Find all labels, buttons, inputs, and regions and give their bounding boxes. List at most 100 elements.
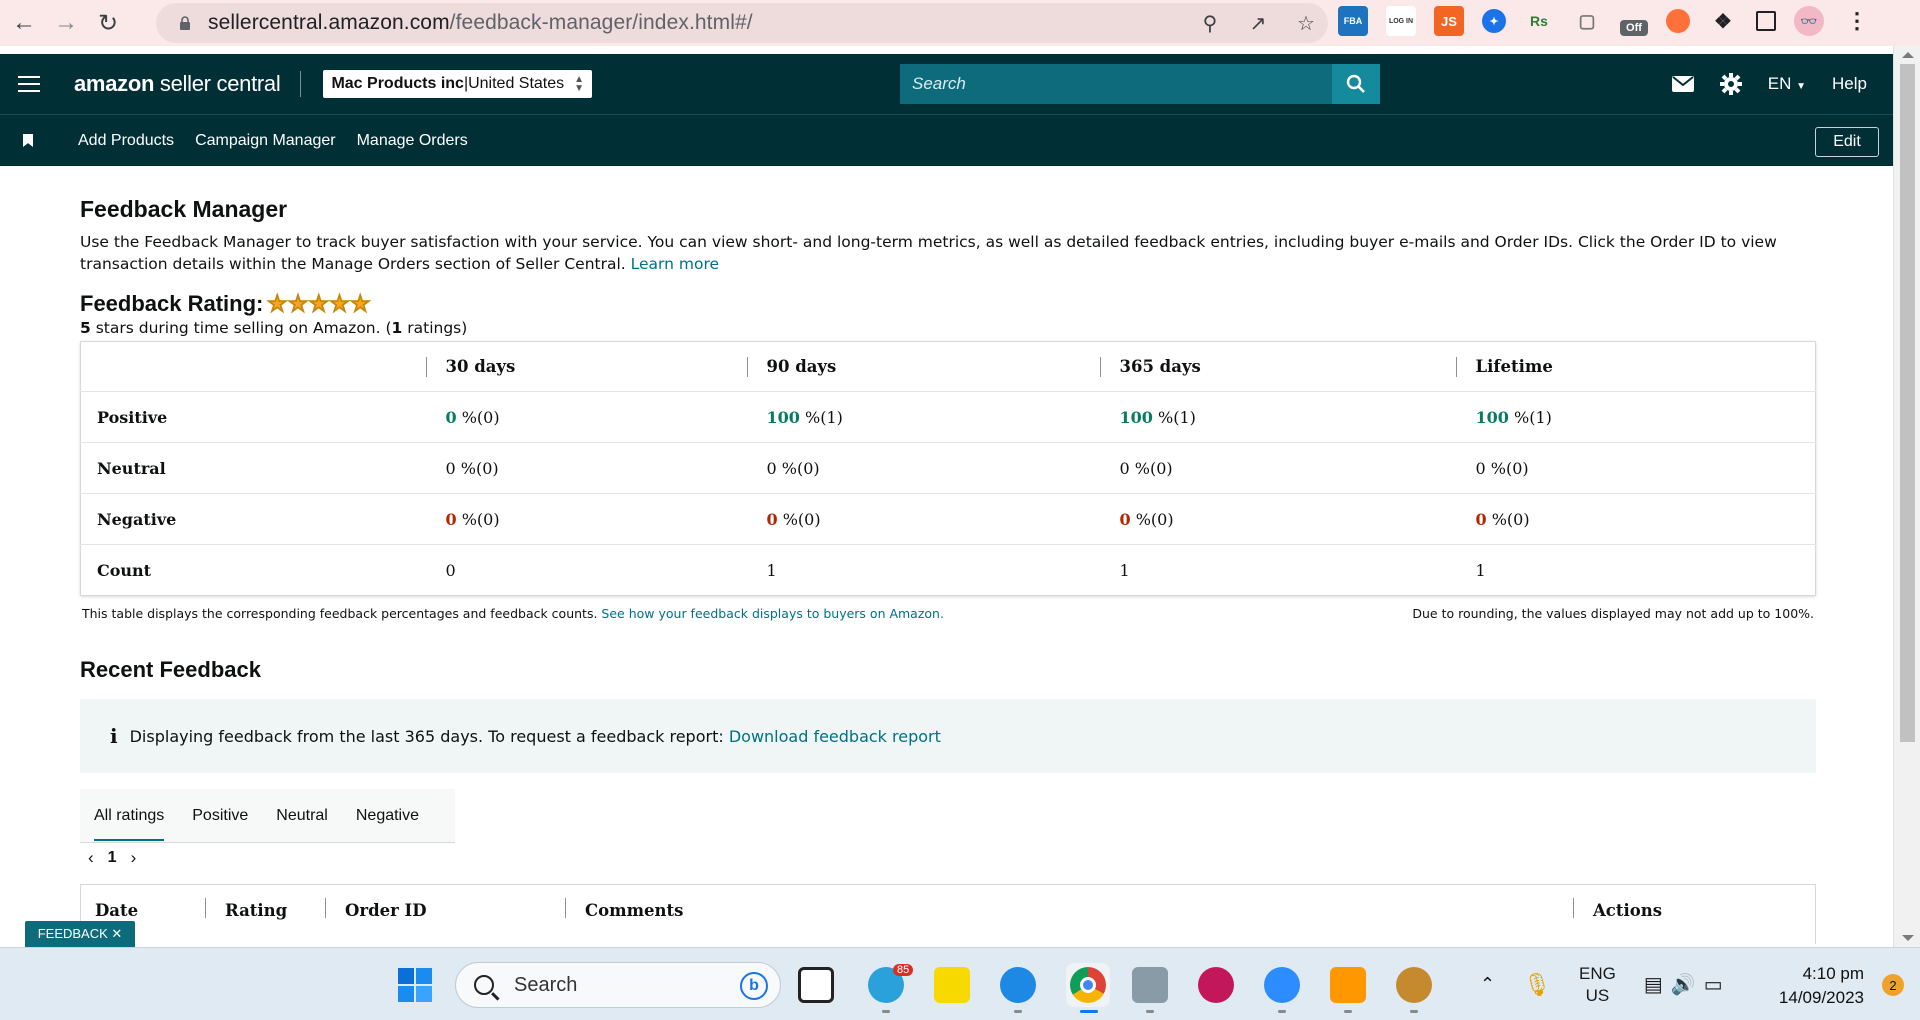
calculator-icon[interactable] bbox=[1132, 967, 1168, 1003]
header-lifetime: Lifetime bbox=[1455, 342, 1816, 392]
header-365-days: 365 days bbox=[1099, 342, 1456, 392]
table-cell: 0 %(0) bbox=[425, 391, 747, 443]
hamburger-menu-icon[interactable] bbox=[18, 76, 40, 92]
sticky-notes-icon[interactable] bbox=[934, 967, 970, 1003]
microphone-icon[interactable]: 🎙 bbox=[1523, 972, 1551, 998]
cat-app-icon[interactable] bbox=[1396, 967, 1432, 1003]
chevron-right-icon[interactable]: › bbox=[131, 848, 137, 868]
menu-kebab-icon[interactable]: ⋮ bbox=[1842, 6, 1872, 36]
tab-positive[interactable]: Positive bbox=[178, 789, 262, 843]
puzzle-icon[interactable]: ❖ bbox=[1708, 6, 1738, 36]
scrollbar-thumb[interactable] bbox=[1900, 64, 1915, 742]
tab-all-ratings[interactable]: All ratings bbox=[80, 789, 178, 843]
zoom-icon[interactable] bbox=[1264, 967, 1300, 1003]
column-divider bbox=[325, 898, 326, 918]
bookmark-star-icon[interactable]: ☆ bbox=[1294, 11, 1318, 35]
table-cell: 0 %(0) bbox=[1455, 493, 1816, 545]
firefox-extension-icon[interactable] bbox=[1666, 9, 1690, 33]
zoom-icon[interactable]: ⚲ bbox=[1198, 11, 1222, 35]
login-extension-icon[interactable]: LOG IN bbox=[1386, 6, 1416, 36]
nav-add-products[interactable]: Add Products bbox=[78, 132, 174, 150]
nav-manage-orders[interactable]: Manage Orders bbox=[357, 132, 468, 150]
vertical-scrollbar[interactable] bbox=[1893, 46, 1920, 947]
table-row: Count 0 1 1 1 bbox=[80, 544, 1816, 596]
page-number[interactable]: 1 bbox=[108, 849, 117, 867]
page-title: Feedback Manager bbox=[80, 196, 288, 222]
feedback-button[interactable]: FEEDBACK ✕ bbox=[25, 921, 135, 947]
task-view-icon[interactable] bbox=[798, 967, 834, 1003]
search-button[interactable] bbox=[1332, 64, 1380, 104]
network-icon[interactable]: ▤ bbox=[1644, 972, 1663, 997]
store-selector[interactable]: Mac Products inc | United States ▲ ▼ bbox=[323, 70, 593, 98]
edit-button[interactable]: Edit bbox=[1815, 127, 1879, 157]
share-icon[interactable]: ↗ bbox=[1246, 11, 1270, 35]
header-90-days: 90 days bbox=[746, 342, 1100, 392]
caret-down-icon: ▼ bbox=[1796, 81, 1807, 92]
table-cell: 100 %(1) bbox=[1455, 391, 1816, 443]
clock-app-icon[interactable] bbox=[1330, 967, 1366, 1003]
help-link[interactable]: Help bbox=[1832, 74, 1867, 94]
js-extension-icon[interactable]: JS bbox=[1434, 6, 1464, 36]
language-indicator[interactable]: ENG US bbox=[1579, 963, 1616, 1007]
recent-feedback-table: Date Rating Order ID Comments Actions bbox=[80, 884, 1816, 944]
rs-extension-icon[interactable]: Rs bbox=[1524, 6, 1554, 36]
col-actions[interactable]: Actions bbox=[1593, 899, 1662, 921]
download-report-link[interactable]: Download feedback report bbox=[729, 727, 941, 746]
scroll-down-icon[interactable] bbox=[1902, 935, 1914, 941]
info-icon: i bbox=[110, 724, 118, 748]
col-comments[interactable]: Comments bbox=[585, 899, 683, 921]
feedback-display-link[interactable]: See how your feedback displays to buyers… bbox=[601, 606, 944, 621]
language-selector[interactable]: EN ▼ bbox=[1768, 74, 1806, 94]
row-label: Negative bbox=[80, 493, 426, 545]
tab-neutral[interactable]: Neutral bbox=[262, 789, 342, 843]
tab-negative[interactable]: Negative bbox=[342, 789, 433, 843]
search-input[interactable]: Search bbox=[900, 64, 1380, 104]
windows-start-icon[interactable] bbox=[398, 968, 432, 1002]
profile-avatar-icon[interactable]: 👓 bbox=[1794, 6, 1824, 36]
bing-icon[interactable]: b bbox=[740, 972, 768, 1000]
fba-extension-icon[interactable]: FBA bbox=[1338, 6, 1368, 36]
star-icon: ★ bbox=[350, 291, 371, 317]
row-label: Count bbox=[80, 544, 426, 596]
feedback-summary-table: 30 days 90 days 365 days Lifetime Positi… bbox=[80, 341, 1816, 596]
feedback-rating-heading: Feedback Rating: ★ ★ ★ ★ ★ bbox=[80, 291, 371, 317]
sidepanel-icon[interactable] bbox=[1756, 11, 1776, 31]
settings-gear-icon[interactable] bbox=[1719, 73, 1742, 95]
mail-icon[interactable] bbox=[1671, 76, 1694, 92]
scroll-up-icon[interactable] bbox=[1902, 52, 1914, 58]
notification-badge[interactable]: 2 bbox=[1882, 974, 1904, 996]
chevron-left-icon[interactable]: ‹ bbox=[88, 848, 94, 868]
forward-icon[interactable]: → bbox=[48, 5, 84, 41]
cube-extension-icon[interactable]: ▢ bbox=[1572, 6, 1602, 36]
footnote-left: This table displays the corresponding fe… bbox=[82, 606, 944, 621]
taskbar-search[interactable]: Search b bbox=[455, 962, 781, 1008]
table-cell: 100 %(1) bbox=[746, 391, 1100, 443]
system-clock[interactable]: 4:10 pm 14/09/2023 bbox=[1779, 962, 1864, 1010]
nav-campaign-manager[interactable]: Campaign Manager bbox=[195, 132, 336, 150]
col-date[interactable]: Date bbox=[95, 899, 138, 921]
compass-extension-icon[interactable]: ✦ bbox=[1482, 9, 1506, 33]
off-extension-icon[interactable]: Off bbox=[1620, 20, 1648, 36]
recent-feedback-title: Recent Feedback bbox=[80, 657, 261, 682]
battery-icon[interactable]: ▭ bbox=[1704, 972, 1723, 997]
back-icon[interactable]: ← bbox=[6, 5, 42, 41]
table-cell: 0 %(0) bbox=[746, 442, 1100, 494]
edge-icon[interactable] bbox=[1000, 967, 1036, 1003]
rating-summary: 5 stars during time selling on Amazon. (… bbox=[80, 319, 468, 337]
col-order-id[interactable]: Order ID bbox=[345, 899, 427, 921]
bookmark-icon[interactable] bbox=[23, 134, 33, 147]
pagination: ‹ 1 › bbox=[88, 843, 1816, 873]
address-bar[interactable]: sellercentral.amazon.com/feedback-manage… bbox=[156, 3, 1328, 43]
volume-icon[interactable]: 🔊 bbox=[1671, 972, 1696, 997]
reload-icon[interactable]: ↻ bbox=[90, 5, 126, 41]
table-cell: 1 bbox=[1455, 544, 1816, 596]
chrome-icon[interactable] bbox=[1066, 963, 1110, 1007]
search-placeholder: Search bbox=[912, 74, 966, 93]
table-row: Negative 0 %(0) 0 %(0) 0 %(0) 0 %(0) bbox=[80, 493, 1816, 545]
col-rating[interactable]: Rating bbox=[225, 899, 287, 921]
chevron-up-icon[interactable]: ⌃ bbox=[1480, 974, 1495, 995]
logo-divider bbox=[300, 71, 302, 97]
seller-central-logo[interactable]: amazon seller central bbox=[74, 71, 281, 97]
wps-office-icon[interactable] bbox=[1198, 967, 1234, 1003]
learn-more-link[interactable]: Learn more bbox=[631, 255, 719, 273]
